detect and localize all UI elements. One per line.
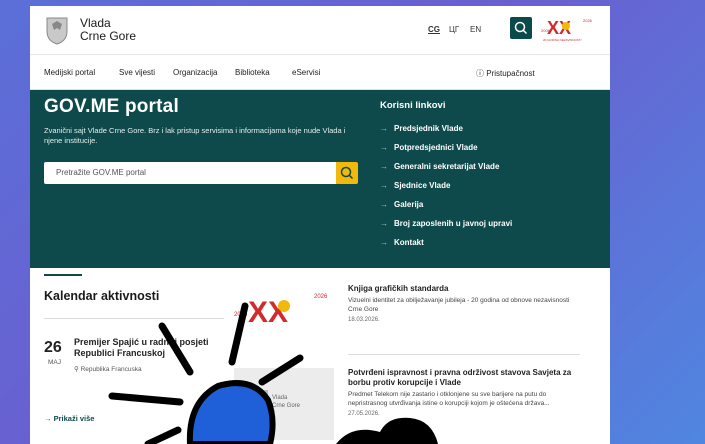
portal-search-input[interactable]: Pretražite GOV.ME portal: [44, 162, 344, 184]
search-placeholder: Pretražite GOV.ME portal: [56, 168, 146, 177]
arrow-right-icon: →: [380, 162, 388, 171]
search-icon: [514, 21, 528, 35]
news-item[interactable]: Knjiga grafičkih standarda Vizuelni iden…: [348, 284, 580, 323]
link-broj-zaposlenih[interactable]: → Broj zaposlenih u javnoj upravi: [380, 219, 512, 228]
arrow-right-icon: →: [380, 181, 388, 190]
event-location: ⚲ Republika Francuska: [74, 365, 142, 373]
link-galerija[interactable]: → Galerija: [380, 200, 423, 209]
arrow-right-icon: →: [380, 238, 388, 247]
accessibility-icon: ⓘ: [476, 69, 484, 78]
svg-text:2006: 2006: [541, 28, 551, 33]
show-more-link[interactable]: → Prikaži više: [44, 414, 94, 423]
show-more-label: Prikaži više: [53, 414, 95, 423]
language-cg[interactable]: CG: [428, 25, 440, 34]
event-month: MAJ: [48, 359, 61, 366]
link-label: Galerija: [394, 200, 424, 209]
hero-section: GOV.ME portal Zvanični sajt Vlade Crne G…: [30, 90, 610, 268]
accessibility-label: Pristupačnost: [486, 69, 535, 78]
news-thumbnail-jubilee[interactable]: XX 2006 2026: [234, 284, 334, 356]
link-sjednice-vlade[interactable]: → Sjednice Vlade: [380, 181, 450, 190]
news-date: 27.05.2026.: [348, 411, 380, 417]
nav-item-sve-vijesti[interactable]: Sve vijesti: [119, 68, 155, 77]
svg-text:2026: 2026: [314, 294, 328, 300]
link-label: Potpredsjednici Vlade: [394, 143, 478, 152]
event-location-label: Republika Francuska: [80, 366, 142, 373]
calendar-event[interactable]: 26 MAJ Premijer Spajić u radnoj posjeti …: [44, 318, 224, 389]
arrow-right-icon: →: [44, 414, 52, 423]
event-title[interactable]: Premijer Spajić u radnoj posjeti Republi…: [74, 337, 214, 359]
link-predsjednik-vlade[interactable]: → Predsjednik Vlade: [380, 124, 463, 133]
svg-text:Crne Gore: Crne Gore: [272, 403, 301, 409]
link-label: Generalni sekretarijat Vlade: [394, 162, 500, 171]
link-label: Broj zaposlenih u javnoj upravi: [394, 219, 513, 228]
svg-text:Vlada: Vlada: [272, 395, 288, 401]
link-label: Sjednice Vlade: [394, 181, 451, 190]
calendar-title: Kalendar aktivnosti: [44, 289, 160, 303]
svg-text:2006: 2006: [234, 312, 248, 318]
browser-page: Vlada Crne Gore CG ЦГ EN XX 2006 2026 20…: [30, 6, 610, 444]
nav-item-medijski-portal[interactable]: Medijski portal: [44, 68, 95, 77]
jubilee-20-years-logo[interactable]: XX 2006 2026 20 GODINA NEZAVISNOSTI: [539, 14, 593, 44]
language-en[interactable]: EN: [470, 25, 481, 34]
news-divider: [348, 354, 580, 355]
news-description: Vizuelni identitet za obilježavanje jubi…: [348, 297, 570, 313]
location-pin-icon: ⚲: [74, 366, 79, 373]
section-accent-line: [44, 274, 82, 276]
news-item[interactable]: Potvrđeni ispravnost i pravna održivost …: [348, 368, 580, 417]
main-navigation: Medijski portal Sve vijesti Organizacija…: [30, 55, 610, 90]
arrow-right-icon: →: [380, 219, 388, 228]
event-day: 26: [44, 339, 62, 356]
useful-links-title: Korisni linkovi: [380, 100, 446, 111]
coat-of-arms-icon[interactable]: [44, 15, 70, 45]
site-header: Vlada Crne Gore CG ЦГ EN XX 2006 2026 20…: [30, 6, 610, 55]
link-label: Kontakt: [394, 238, 424, 247]
hero-title: GOV.ME portal: [44, 96, 179, 117]
accessibility-link[interactable]: ⓘ Pristupačnost: [476, 68, 535, 79]
language-cyrillic[interactable]: ЦГ: [449, 25, 459, 34]
arrow-right-icon: →: [380, 124, 388, 133]
news-date: 18.03.2026.: [348, 317, 380, 323]
nav-item-organizacija[interactable]: Organizacija: [173, 68, 217, 77]
header-search-button[interactable]: [510, 17, 532, 39]
search-icon: [340, 166, 354, 180]
news-description: Predmet Telekom nije zastario i otklonje…: [348, 391, 550, 407]
news-thumbnail-vlada[interactable]: Vlada Crne Gore: [234, 368, 334, 440]
government-crest-icon: Vlada Crne Gore: [256, 390, 301, 410]
government-logo-text[interactable]: Vlada Crne Gore: [80, 17, 136, 43]
nav-item-eservisi[interactable]: eServisi: [292, 68, 320, 77]
arrow-right-icon: →: [380, 143, 388, 152]
news-title[interactable]: Potvrđeni ispravnost i pravna održivost …: [348, 368, 580, 388]
hero-description: Zvanični sajt Vlade Crne Gore. Brz i lak…: [44, 126, 346, 145]
svg-text:20 GODINA NEZAVISNOSTI: 20 GODINA NEZAVISNOSTI: [543, 38, 582, 42]
nav-item-biblioteka[interactable]: Biblioteka: [235, 68, 270, 77]
news-title[interactable]: Knjiga grafičkih standarda: [348, 284, 580, 294]
link-label: Predsjednik Vlade: [394, 124, 463, 133]
arrow-right-icon: →: [380, 200, 388, 209]
portal-search-button[interactable]: [336, 162, 358, 184]
link-kontakt[interactable]: → Kontakt: [380, 238, 424, 247]
brand-line-2: Crne Gore: [80, 29, 137, 43]
link-generalni-sekretarijat[interactable]: → Generalni sekretarijat Vlade: [380, 162, 499, 171]
link-potpredsjednici-vlade[interactable]: → Potpredsjednici Vlade: [380, 143, 478, 152]
svg-text:2026: 2026: [583, 18, 593, 23]
